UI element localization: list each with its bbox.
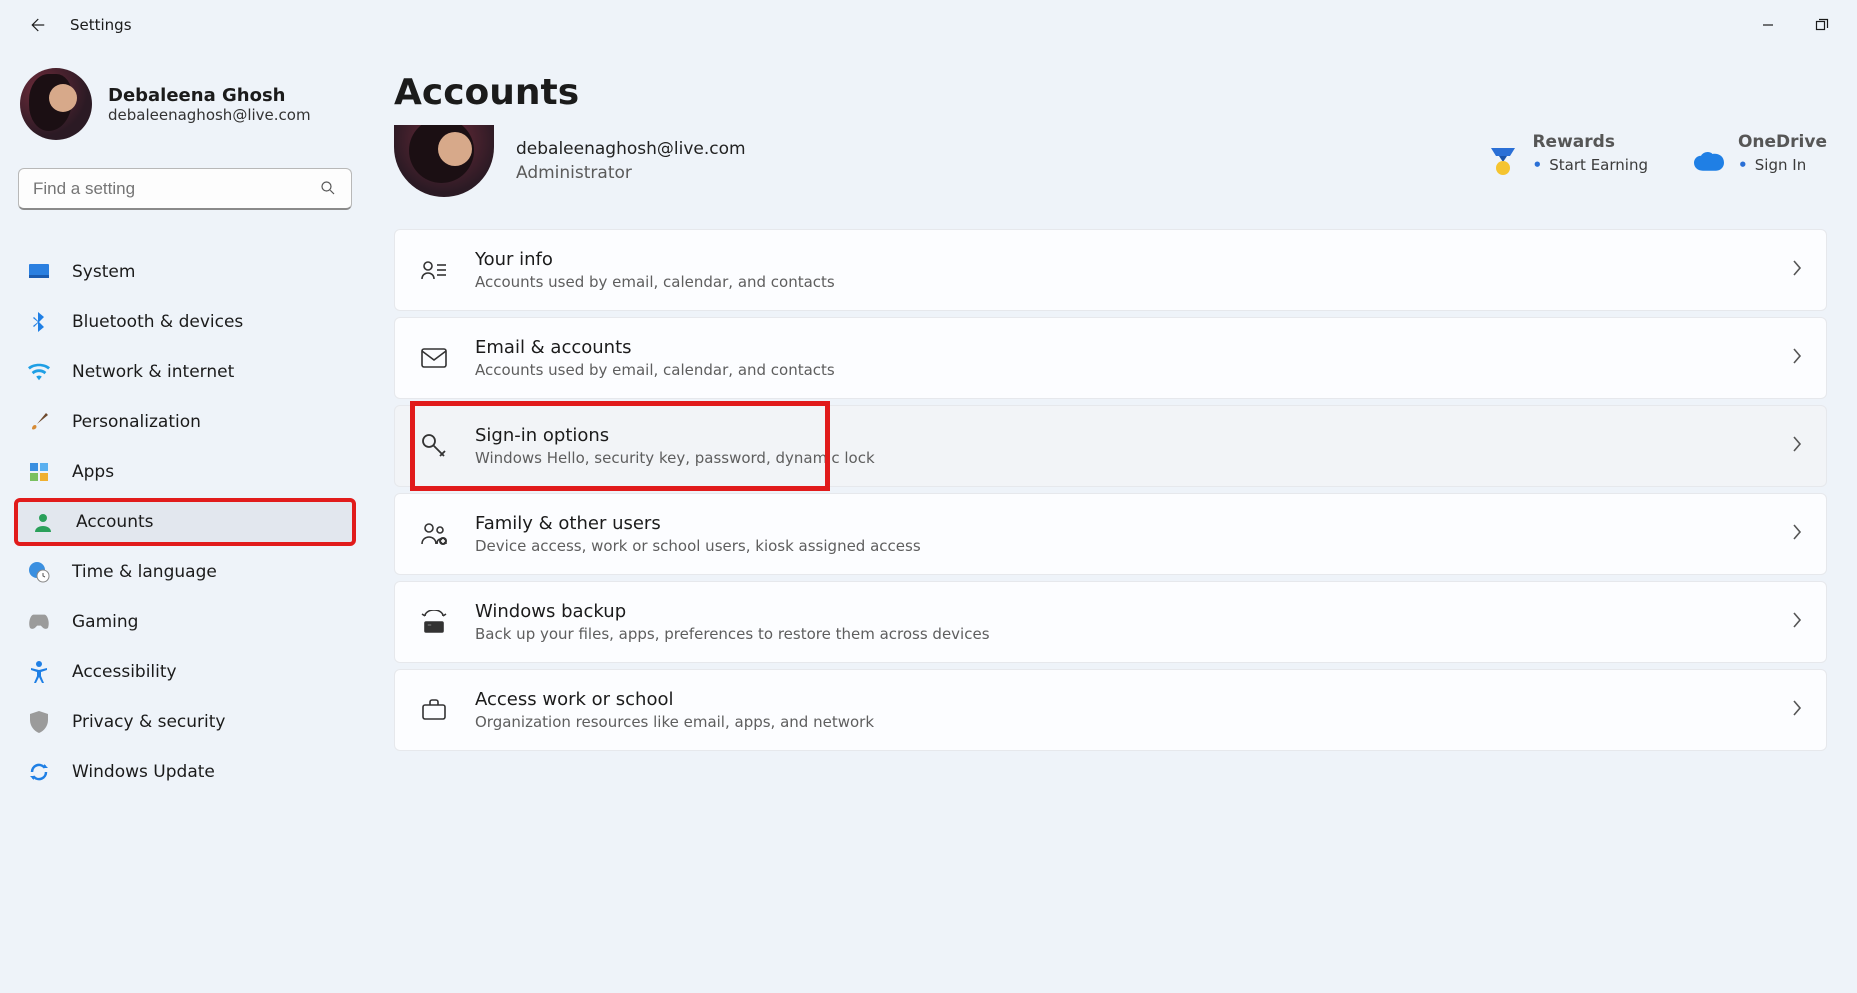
- sidebar-item-system[interactable]: System: [14, 248, 356, 296]
- card-sub: Accounts used by email, calendar, and co…: [475, 273, 835, 291]
- person-card-icon: [419, 255, 449, 285]
- profile-email: debaleenaghosh@live.com: [108, 106, 311, 124]
- chevron-right-icon: [1792, 612, 1802, 632]
- shield-icon: [28, 711, 50, 733]
- card-family[interactable]: Family & other users Device access, work…: [394, 493, 1827, 575]
- key-icon: [419, 431, 449, 461]
- card-title: Sign-in options: [475, 425, 875, 446]
- search-input[interactable]: [31, 178, 319, 200]
- sidebar-item-label: Network & internet: [72, 362, 234, 382]
- sidebar-item-label: Windows Update: [72, 762, 215, 782]
- sidebar-item-gaming[interactable]: Gaming: [14, 598, 356, 646]
- chevron-right-icon: [1792, 700, 1802, 720]
- brush-icon: [28, 411, 50, 433]
- accessibility-icon: [28, 661, 50, 683]
- chevron-right-icon: [1792, 436, 1802, 456]
- card-sub: Windows Hello, security key, password, d…: [475, 449, 875, 467]
- account-avatar: [394, 125, 494, 197]
- sidebar-item-label: Accessibility: [72, 662, 177, 682]
- cloud-icon: [1694, 146, 1724, 176]
- settings-list: Your info Accounts used by email, calend…: [394, 229, 1827, 751]
- wifi-icon: [28, 361, 50, 383]
- sidebar: Debaleena Ghosh debaleenaghosh@live.com: [0, 50, 370, 993]
- system-icon: [28, 261, 50, 283]
- search-box[interactable]: [18, 168, 352, 210]
- rewards-label: Rewards: [1532, 132, 1648, 152]
- chevron-right-icon: [1792, 260, 1802, 280]
- chevron-right-icon: [1792, 524, 1802, 544]
- sidebar-item-label: Accounts: [76, 512, 154, 532]
- card-work-school[interactable]: Access work or school Organization resou…: [394, 669, 1827, 751]
- account-email: debaleenaghosh@live.com: [516, 139, 746, 159]
- card-sub: Organization resources like email, apps,…: [475, 713, 874, 731]
- window-title: Settings: [70, 16, 132, 34]
- nav-list: System Bluetooth & devices Network & int…: [14, 228, 356, 796]
- sidebar-item-label: Time & language: [72, 562, 217, 582]
- person-icon: [32, 511, 54, 533]
- sidebar-item-network[interactable]: Network & internet: [14, 348, 356, 396]
- sidebar-item-apps[interactable]: Apps: [14, 448, 356, 496]
- apps-icon: [28, 461, 50, 483]
- rewards-sub: Start Earning: [1532, 156, 1648, 174]
- sidebar-item-privacy[interactable]: Privacy & security: [14, 698, 356, 746]
- card-your-info[interactable]: Your info Accounts used by email, calend…: [394, 229, 1827, 311]
- page-title: Accounts: [394, 72, 1827, 113]
- sidebar-item-label: Privacy & security: [72, 712, 226, 732]
- profile-name: Debaleena Ghosh: [108, 85, 311, 106]
- card-title: Access work or school: [475, 689, 874, 710]
- rewards-icon: [1488, 146, 1518, 176]
- sidebar-item-label: Apps: [72, 462, 114, 482]
- card-signin-options[interactable]: Sign-in options Windows Hello, security …: [394, 405, 1827, 487]
- sidebar-item-time[interactable]: Time & language: [14, 548, 356, 596]
- family-icon: [419, 519, 449, 549]
- search-icon: [319, 179, 339, 199]
- card-title: Windows backup: [475, 601, 990, 622]
- email-icon: [419, 343, 449, 373]
- card-backup[interactable]: Windows backup Back up your files, apps,…: [394, 581, 1827, 663]
- onedrive-box[interactable]: OneDrive Sign In: [1694, 146, 1827, 176]
- sidebar-item-label: System: [72, 262, 135, 282]
- rewards-box[interactable]: Rewards Start Earning: [1488, 146, 1648, 176]
- sidebar-item-label: Personalization: [72, 412, 201, 432]
- backup-icon: [419, 607, 449, 637]
- onedrive-label: OneDrive: [1738, 132, 1827, 152]
- sidebar-item-accounts[interactable]: Accounts: [14, 498, 356, 546]
- chevron-right-icon: [1792, 348, 1802, 368]
- card-sub: Accounts used by email, calendar, and co…: [475, 361, 835, 379]
- window-controls: [1745, 9, 1845, 41]
- card-title: Family & other users: [475, 513, 921, 534]
- card-sub: Device access, work or school users, kio…: [475, 537, 921, 555]
- maximize-button[interactable]: [1799, 9, 1845, 41]
- sidebar-item-label: Bluetooth & devices: [72, 312, 243, 332]
- sidebar-item-accessibility[interactable]: Accessibility: [14, 648, 356, 696]
- back-button[interactable]: [20, 9, 52, 41]
- update-icon: [28, 761, 50, 783]
- profile-block[interactable]: Debaleena Ghosh debaleenaghosh@live.com: [14, 64, 356, 150]
- titlebar: Settings: [0, 0, 1857, 50]
- card-title: Your info: [475, 249, 835, 270]
- gamepad-icon: [28, 611, 50, 633]
- sidebar-item-label: Gaming: [72, 612, 138, 632]
- bluetooth-icon: [28, 311, 50, 333]
- main-content: Accounts debaleenaghosh@live.com Adminis…: [370, 50, 1857, 993]
- card-email-accounts[interactable]: Email & accounts Accounts used by email,…: [394, 317, 1827, 399]
- onedrive-sub: Sign In: [1738, 156, 1827, 174]
- briefcase-icon: [419, 695, 449, 725]
- account-role: Administrator: [516, 163, 746, 183]
- sidebar-item-update[interactable]: Windows Update: [14, 748, 356, 796]
- globe-clock-icon: [28, 561, 50, 583]
- card-title: Email & accounts: [475, 337, 835, 358]
- sidebar-item-personalization[interactable]: Personalization: [14, 398, 356, 446]
- account-header: debaleenaghosh@live.com Administrator Re…: [394, 121, 1827, 229]
- sidebar-item-bluetooth[interactable]: Bluetooth & devices: [14, 298, 356, 346]
- minimize-button[interactable]: [1745, 9, 1791, 41]
- card-sub: Back up your files, apps, preferences to…: [475, 625, 990, 643]
- avatar: [20, 68, 92, 140]
